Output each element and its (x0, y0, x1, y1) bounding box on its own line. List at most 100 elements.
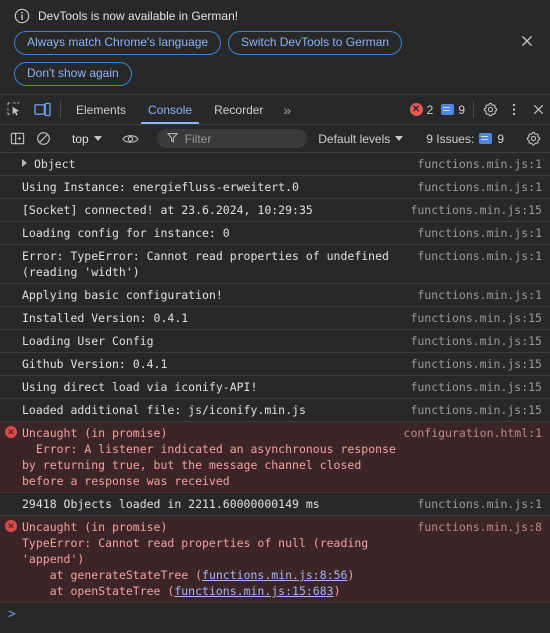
tab-elements-label: Elements (76, 102, 127, 117)
tab-console-label: Console (148, 102, 193, 117)
issues-button[interactable]: 9 Issues: 9 (419, 132, 511, 146)
message-icon (441, 104, 455, 115)
console-message-source[interactable]: functions.min.js:1 (417, 496, 542, 512)
issues-count-label: 9 (497, 131, 504, 146)
tab-elements[interactable]: Elements (65, 95, 137, 124)
console-message-log[interactable]: Applying basic configuration! functions.… (0, 284, 550, 307)
notification-close-icon[interactable] (518, 32, 536, 50)
gear-icon[interactable] (478, 95, 502, 124)
console-message-text: Applying basic configuration! (22, 288, 223, 302)
stack-frame-0-suffix: ) (347, 568, 355, 582)
stack-frame-1-suffix: ) (333, 584, 341, 598)
console-filter-toolbar: top Filter Default levels 9 Issues: 9 (0, 125, 550, 153)
prompt-chevron-icon: > (8, 607, 16, 622)
console-message-text: Installed Version: 0.4.1 (22, 311, 189, 325)
expand-arrow-icon[interactable] (22, 159, 27, 167)
chevron-down-icon (395, 136, 404, 141)
console-message-source[interactable]: functions.min.js:8 (417, 519, 542, 535)
issues-icon (479, 133, 493, 144)
tabbar-spacer (300, 95, 405, 124)
log-levels-select[interactable]: Default levels (311, 132, 410, 146)
always-match-language-button[interactable]: Always match Chrome's language (14, 31, 222, 55)
filter-placeholder: Filter (184, 131, 212, 146)
console-error-head: Uncaught (in promise) (22, 520, 168, 534)
console-message-text: Using direct load via iconify-API! (22, 380, 258, 394)
language-notification-banner: DevTools is now available in German! Alw… (0, 0, 550, 95)
live-expression-icon[interactable] (118, 125, 144, 152)
console-message-log[interactable]: [Socket] connected! at 23.6.2024, 10:29:… (0, 199, 550, 222)
message-count-badge[interactable]: 9 (437, 95, 469, 124)
console-message-source[interactable]: functions.min.js:1 (417, 225, 542, 241)
console-message-source[interactable]: functions.min.js:1 (417, 156, 542, 172)
stack-frame-1-prefix: at openStateTree ( (22, 584, 175, 598)
console-message-text: Loading User Config (22, 334, 154, 348)
console-message-text: Loaded additional file: js/iconify.min.j… (22, 403, 306, 417)
inspect-element-icon[interactable] (0, 95, 28, 124)
console-message-error[interactable]: ✕ Uncaught (in promise) Error: A listene… (0, 422, 550, 493)
notification-buttons: Always match Chrome's language Switch De… (10, 31, 494, 86)
console-message-source[interactable]: functions.min.js:1 (417, 179, 542, 195)
tabbar-divider-2 (473, 101, 474, 118)
console-message-list[interactable]: Object functions.min.js:1 Using Instance… (0, 153, 550, 633)
console-message-source[interactable]: configuration.html:1 (404, 425, 542, 441)
console-message-source[interactable]: functions.min.js:15 (410, 202, 542, 218)
dont-show-again-button[interactable]: Don't show again (14, 62, 132, 86)
console-message-source[interactable]: functions.min.js:15 (410, 310, 542, 326)
console-message-log[interactable]: 29418 Objects loaded in 2211.60000000149… (0, 493, 550, 516)
console-sidebar-icon[interactable] (4, 125, 30, 152)
stack-frame-0-link[interactable]: functions.min.js:8:56 (202, 568, 347, 582)
error-count-label: 2 (426, 102, 434, 117)
console-message-source[interactable]: functions.min.js:15 (410, 402, 542, 418)
error-icon: ✕ (409, 103, 423, 116)
tab-console[interactable]: Console (137, 95, 203, 124)
console-message-source[interactable]: functions.min.js:15 (410, 333, 542, 349)
console-message-log[interactable]: Using Instance: energiefluss-erweitert.0… (0, 176, 550, 199)
tab-recorder[interactable]: Recorder (203, 95, 274, 124)
console-error-detail: TypeError: Cannot read properties of nul… (22, 536, 376, 566)
devtools-window: DevTools is now available in German! Alw… (0, 0, 550, 633)
console-message-log[interactable]: Loading config for instance: 0 functions… (0, 222, 550, 245)
console-settings-icon[interactable] (520, 125, 546, 152)
console-message-text: 29418 Objects loaded in 2211.60000000149… (22, 497, 320, 511)
console-message-log[interactable]: Installed Version: 0.4.1 functions.min.j… (0, 307, 550, 330)
console-message-text: Github Version: 0.4.1 (22, 357, 168, 371)
execution-context-select[interactable]: top (65, 132, 109, 146)
filter-input[interactable]: Filter (156, 129, 308, 148)
execution-context-label: top (72, 131, 89, 146)
console-message-object[interactable]: Object functions.min.js:1 (0, 153, 550, 176)
console-message-log[interactable]: Github Version: 0.4.1 functions.min.js:1… (0, 353, 550, 376)
device-toolbar-icon[interactable] (28, 95, 56, 124)
tabbar-divider (60, 101, 61, 118)
error-count-badge[interactable]: ✕ 2 (406, 95, 438, 124)
switch-devtools-language-button[interactable]: Switch DevTools to German (228, 31, 403, 55)
console-message-source[interactable]: functions.min.js:15 (410, 356, 542, 372)
devtools-tabbar: Elements Console Recorder » ✕ 2 9 (0, 95, 550, 125)
console-prompt[interactable]: > (0, 603, 550, 631)
more-tabs-label: » (283, 101, 292, 118)
console-message-text: Using Instance: energiefluss-erweitert.0 (22, 180, 299, 194)
console-message-error-stack[interactable]: ✕ Uncaught (in promise) TypeError: Canno… (0, 516, 550, 603)
console-message-text: Error: TypeError: Cannot read properties… (22, 249, 396, 279)
console-message-source[interactable]: functions.min.js:15 (410, 379, 542, 395)
kebab-menu-icon[interactable] (502, 95, 526, 124)
close-devtools-icon[interactable] (526, 95, 550, 124)
stack-frame-0-prefix: at generateStateTree ( (22, 568, 203, 582)
notification-text: DevTools is now available in German! (38, 9, 239, 23)
console-error-body: Uncaught (in promise) TypeError: Cannot … (22, 519, 417, 599)
filter-icon (166, 132, 178, 146)
error-icon: ✕ (5, 426, 17, 438)
tab-recorder-label: Recorder (214, 102, 264, 117)
console-message-text: Loading config for instance: 0 (22, 226, 230, 240)
console-message-log[interactable]: Loading User Config functions.min.js:15 (0, 330, 550, 353)
console-message-log[interactable]: Error: TypeError: Cannot read properties… (0, 245, 550, 284)
stack-frame-1-link[interactable]: functions.min.js:15:683 (174, 584, 333, 598)
console-message-log[interactable]: Loaded additional file: js/iconify.min.j… (0, 399, 550, 422)
notification-message-row: DevTools is now available in German! (10, 8, 540, 24)
console-message-source[interactable]: functions.min.js:1 (417, 248, 542, 264)
console-message-text: Uncaught (in promise) Error: A listener … (22, 426, 396, 488)
console-message-log[interactable]: Using direct load via iconify-API! funct… (0, 376, 550, 399)
clear-console-icon[interactable] (30, 125, 56, 152)
console-message-text: [Socket] connected! at 23.6.2024, 10:29:… (22, 203, 313, 217)
console-message-source[interactable]: functions.min.js:1 (417, 287, 542, 303)
more-tabs-button[interactable]: » (274, 95, 300, 124)
